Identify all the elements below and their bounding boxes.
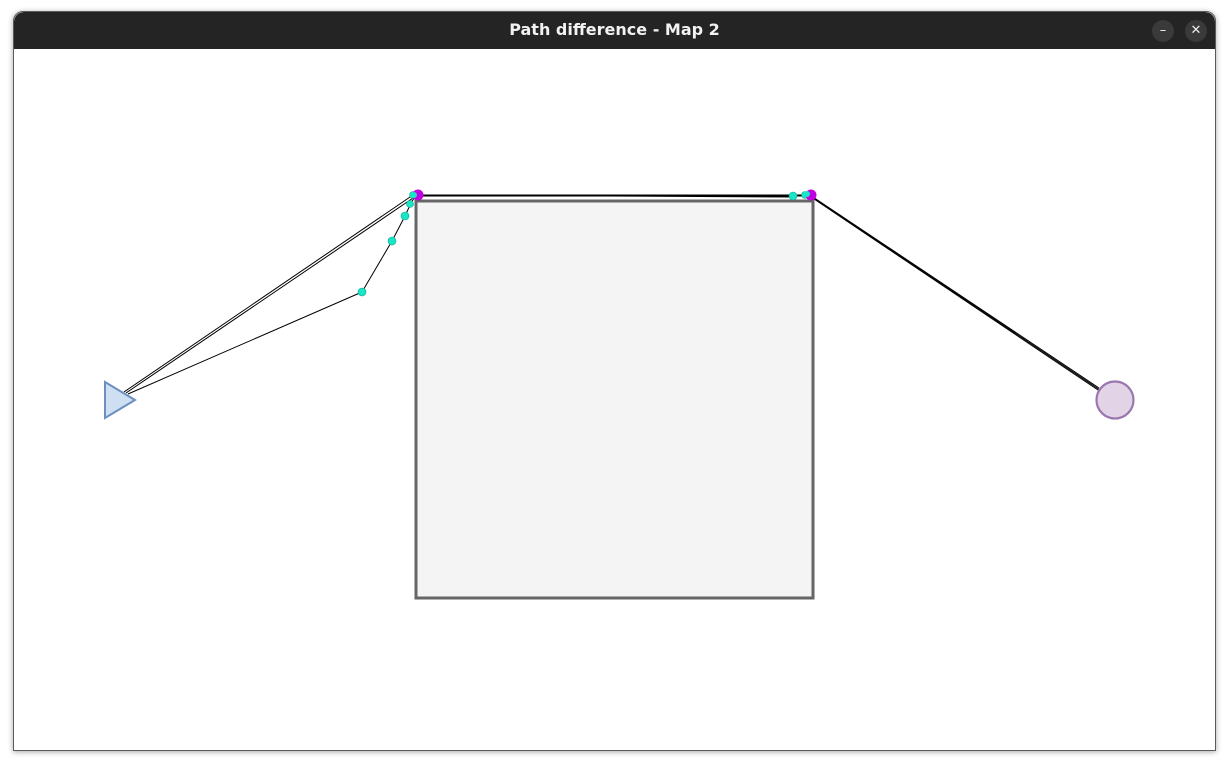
close-button[interactable]: ✕: [1185, 20, 1207, 42]
title-bar[interactable]: Path difference - Map 2 – ✕: [14, 12, 1215, 49]
waypoint: [387, 236, 397, 246]
waypoint: [804, 191, 810, 197]
path-segment: [127, 291, 363, 395]
app-window: Path difference - Map 2 – ✕: [13, 11, 1216, 751]
map-canvas[interactable]: [14, 49, 1215, 750]
path-segment: [809, 194, 1100, 389]
waypoint: [406, 200, 414, 208]
path-segment: [125, 195, 417, 394]
minimize-button[interactable]: –: [1152, 20, 1174, 42]
map-drawing: [104, 189, 1135, 600]
waypoint: [400, 211, 410, 221]
waypoint: [357, 287, 367, 297]
window-title: Path difference - Map 2: [509, 20, 720, 39]
obstacle-square: [414, 199, 815, 600]
minimize-icon: –: [1159, 23, 1167, 38]
close-icon: ✕: [1190, 23, 1202, 38]
waypoint: [411, 192, 417, 198]
path-segment: [811, 196, 1101, 391]
path-segment: [123, 194, 414, 393]
waypoint: [788, 191, 798, 201]
goal-marker[interactable]: [1095, 380, 1135, 420]
path-segment: [813, 198, 1102, 393]
path-segment: [361, 240, 393, 293]
